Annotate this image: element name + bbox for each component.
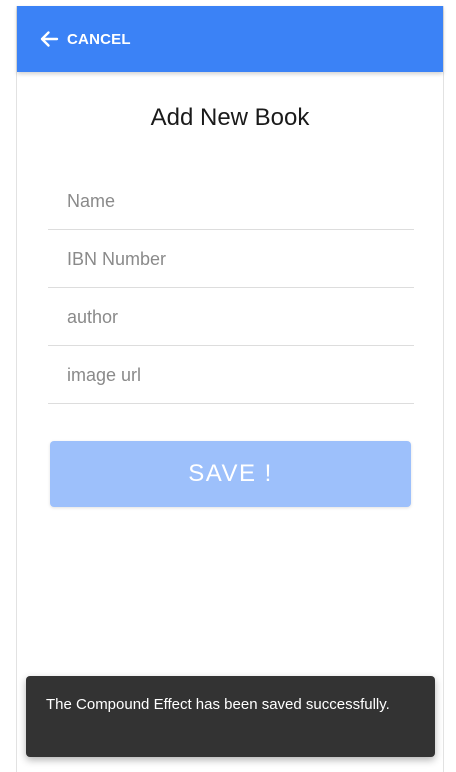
ibn-number-field[interactable] <box>48 231 414 287</box>
cancel-label: CANCEL <box>67 30 131 48</box>
name-field-row <box>48 172 414 230</box>
page-title: Add New Book <box>150 104 310 131</box>
cancel-button[interactable]: CANCEL <box>39 29 131 49</box>
app-bar: CANCEL <box>17 6 443 72</box>
snackbar-message: The Compound Effect has been saved succe… <box>46 696 390 713</box>
save-button[interactable]: SAVE ! <box>50 441 411 507</box>
add-book-form <box>48 172 414 404</box>
image-url-field-row <box>48 346 414 404</box>
snackbar: The Compound Effect has been saved succe… <box>26 676 435 757</box>
author-field-row <box>48 288 414 346</box>
image-url-field[interactable] <box>48 347 414 403</box>
save-label: SAVE ! <box>188 460 273 487</box>
name-field[interactable] <box>48 173 414 229</box>
ibn-number-field-row <box>48 230 414 288</box>
arrow-left-icon <box>39 29 59 49</box>
author-field[interactable] <box>48 289 414 345</box>
app-frame: CANCEL Add New Book SAVE ! <box>16 6 444 772</box>
